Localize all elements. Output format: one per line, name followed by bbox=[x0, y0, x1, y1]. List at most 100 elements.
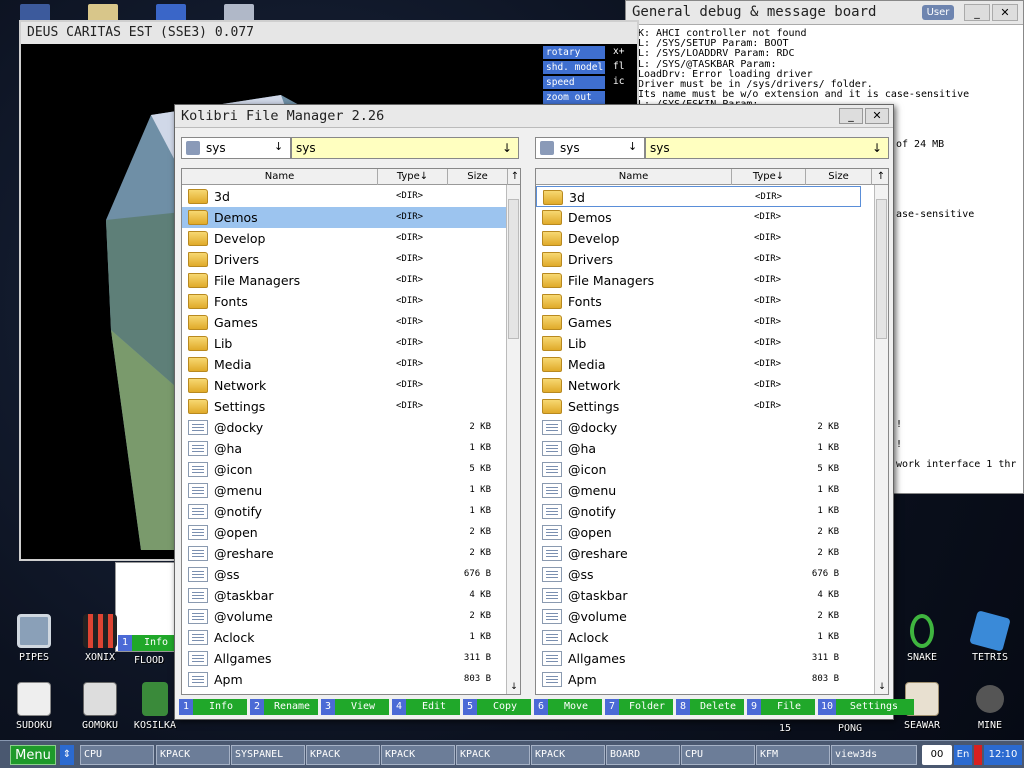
desktop-icon-sudoku[interactable]: SUDOKU bbox=[2, 682, 66, 744]
file-row[interactable]: @open 2 KB bbox=[182, 522, 507, 543]
file-row[interactable]: Apm 803 B bbox=[182, 669, 507, 690]
file-row[interactable]: @reshare 2 KB bbox=[182, 543, 507, 564]
col-size[interactable]: Size bbox=[448, 169, 508, 185]
file-row[interactable]: @notify 1 KB bbox=[536, 501, 861, 522]
file-row[interactable]: @ss 676 B bbox=[536, 564, 861, 585]
file-row[interactable]: @volume 2 KB bbox=[182, 606, 507, 627]
file-row[interactable]: Develop <DIR> bbox=[536, 228, 861, 249]
file-row[interactable]: Drivers <DIR> bbox=[536, 249, 861, 270]
file-row[interactable]: Network <DIR> bbox=[182, 375, 507, 396]
file-row[interactable]: @menu 1 KB bbox=[536, 480, 861, 501]
fkey-edit[interactable]: 4 Edit bbox=[392, 699, 460, 715]
sort-arrow[interactable]: ↑ bbox=[874, 169, 888, 185]
file-row[interactable]: @notify 1 KB bbox=[182, 501, 507, 522]
taskbar-task[interactable]: SYSPANEL bbox=[231, 745, 305, 765]
taskbar-task[interactable]: KPACK bbox=[381, 745, 455, 765]
clock[interactable]: 12:10 bbox=[984, 745, 1022, 765]
right-file-panel[interactable]: Name Type↓ Size ↑ 3d <DIR> Demos <DIR> Devel… bbox=[535, 168, 889, 695]
desktop-icon-mine[interactable]: MINE bbox=[958, 682, 1022, 744]
zoom-out-button[interactable]: zoom out bbox=[543, 91, 605, 104]
file-row[interactable]: @icon 5 KB bbox=[536, 459, 861, 480]
col-name[interactable]: Name bbox=[536, 169, 732, 185]
file-row[interactable]: Lib <DIR> bbox=[182, 333, 507, 354]
scroll-down-arrow[interactable]: ↓ bbox=[507, 680, 520, 694]
desktop-icon-snake[interactable]: SNAKE bbox=[890, 614, 954, 676]
file-row[interactable]: Lib <DIR> bbox=[536, 333, 861, 354]
file-row[interactable]: Drivers <DIR> bbox=[182, 249, 507, 270]
col-type[interactable]: Type↓ bbox=[732, 169, 806, 185]
taskbar-task[interactable]: CPU bbox=[681, 745, 755, 765]
file-row[interactable]: Media <DIR> bbox=[182, 354, 507, 375]
file-row[interactable]: 3d <DIR> bbox=[536, 186, 861, 207]
taskbar-task[interactable]: KPACK bbox=[456, 745, 530, 765]
user-button[interactable]: User bbox=[922, 5, 954, 20]
fkey-copy[interactable]: 5 Copy bbox=[463, 699, 531, 715]
file-row[interactable]: Demos <DIR> bbox=[182, 207, 507, 228]
file-row[interactable]: @ha 1 KB bbox=[536, 438, 861, 459]
file-row[interactable]: Aclock 1 KB bbox=[536, 627, 861, 648]
menu-button[interactable]: Menu bbox=[10, 745, 56, 765]
file-row[interactable]: Media <DIR> bbox=[536, 354, 861, 375]
file-row[interactable]: Fonts <DIR> bbox=[182, 291, 507, 312]
right-scrollbar[interactable]: ↓ bbox=[874, 185, 888, 694]
file-row[interactable]: @volume 2 KB bbox=[536, 606, 861, 627]
file-row[interactable]: @docky 2 KB bbox=[536, 417, 861, 438]
left-path-field[interactable]: sys ↓ bbox=[291, 137, 519, 159]
file-row[interactable]: @taskbar 4 KB bbox=[536, 585, 861, 606]
file-row[interactable]: @docky 2 KB bbox=[182, 417, 507, 438]
desktop-icon-gomoku[interactable]: GOMOKU bbox=[68, 682, 132, 744]
fkey-move[interactable]: 6 Move bbox=[534, 699, 602, 715]
taskbar-task[interactable]: KPACK bbox=[156, 745, 230, 765]
file-row[interactable]: Allgames 311 B bbox=[536, 648, 861, 669]
file-row[interactable]: 3d <DIR> bbox=[182, 186, 507, 207]
task-switch-button[interactable]: ⇕ bbox=[60, 745, 74, 765]
speed-button[interactable]: speed bbox=[543, 76, 605, 89]
desktop-icon-flood[interactable]: FLOOD bbox=[124, 614, 174, 676]
left-drive-select[interactable]: sys ↓ bbox=[181, 137, 291, 159]
fkey-file[interactable]: 9 File bbox=[747, 699, 815, 715]
taskbar-task[interactable]: view3ds bbox=[831, 745, 917, 765]
desktop-icon-tetris[interactable]: TETRIS bbox=[958, 610, 1022, 676]
right-path-field[interactable]: sys ↓ bbox=[645, 137, 889, 159]
taskbar-task[interactable]: CPU bbox=[80, 745, 154, 765]
file-row[interactable]: Network <DIR> bbox=[536, 375, 861, 396]
tray-counter[interactable]: 00 bbox=[922, 745, 952, 765]
chevron-down-icon[interactable]: ↓ bbox=[872, 141, 882, 155]
taskbar-task[interactable]: BOARD bbox=[606, 745, 680, 765]
desktop-icon-kosilka[interactable]: KOSILKA bbox=[130, 682, 180, 744]
file-row[interactable]: Settings <DIR> bbox=[182, 396, 507, 417]
left-file-panel[interactable]: Name Type↓ Size ↑ 3d <DIR> Demos <DIR> Devel… bbox=[181, 168, 521, 695]
fkey-info[interactable]: 1 Info bbox=[179, 699, 247, 715]
file-row[interactable]: Games <DIR> bbox=[536, 312, 861, 333]
taskbar-task[interactable]: KPACK bbox=[306, 745, 380, 765]
fkey-rename[interactable]: 2 Rename bbox=[250, 699, 318, 715]
col-type[interactable]: Type↓ bbox=[378, 169, 448, 185]
file-row[interactable]: Demos <DIR> bbox=[536, 207, 861, 228]
chevron-down-icon[interactable]: ↓ bbox=[502, 141, 512, 155]
fkey-delete[interactable]: 8 Delete bbox=[676, 699, 744, 715]
left-scrollbar[interactable]: ↓ bbox=[506, 185, 520, 694]
file-row[interactable]: @icon 5 KB bbox=[182, 459, 507, 480]
taskbar-task[interactable]: KPACK bbox=[531, 745, 605, 765]
rotary-button[interactable]: rotary bbox=[543, 46, 605, 59]
right-drive-select[interactable]: sys ↓ bbox=[535, 137, 645, 159]
file-row[interactable]: @ha 1 KB bbox=[182, 438, 507, 459]
board-close-button[interactable]: ✕ bbox=[992, 4, 1018, 21]
file-row[interactable]: Apm 803 B bbox=[536, 669, 861, 690]
file-row[interactable]: Develop <DIR> bbox=[182, 228, 507, 249]
scroll-thumb[interactable] bbox=[508, 199, 519, 339]
shading-model-button[interactable]: shd. model bbox=[543, 61, 605, 74]
file-row[interactable]: Allgames 311 B bbox=[182, 648, 507, 669]
fkey-view[interactable]: 3 View bbox=[321, 699, 389, 715]
file-row[interactable]: @taskbar 4 KB bbox=[182, 585, 507, 606]
fkey-settings[interactable]: 10 Settings bbox=[818, 699, 914, 715]
taskbar-task[interactable]: KFM bbox=[756, 745, 830, 765]
file-row[interactable]: File Managers <DIR> bbox=[536, 270, 861, 291]
file-row[interactable]: @reshare 2 KB bbox=[536, 543, 861, 564]
board-minimize-button[interactable]: _ bbox=[964, 4, 990, 21]
file-row[interactable]: @open 2 KB bbox=[536, 522, 861, 543]
file-row[interactable]: File Managers <DIR> bbox=[182, 270, 507, 291]
file-row[interactable]: Games <DIR> bbox=[182, 312, 507, 333]
scroll-thumb[interactable] bbox=[876, 199, 887, 339]
sort-arrow[interactable]: ↑ bbox=[508, 169, 520, 185]
